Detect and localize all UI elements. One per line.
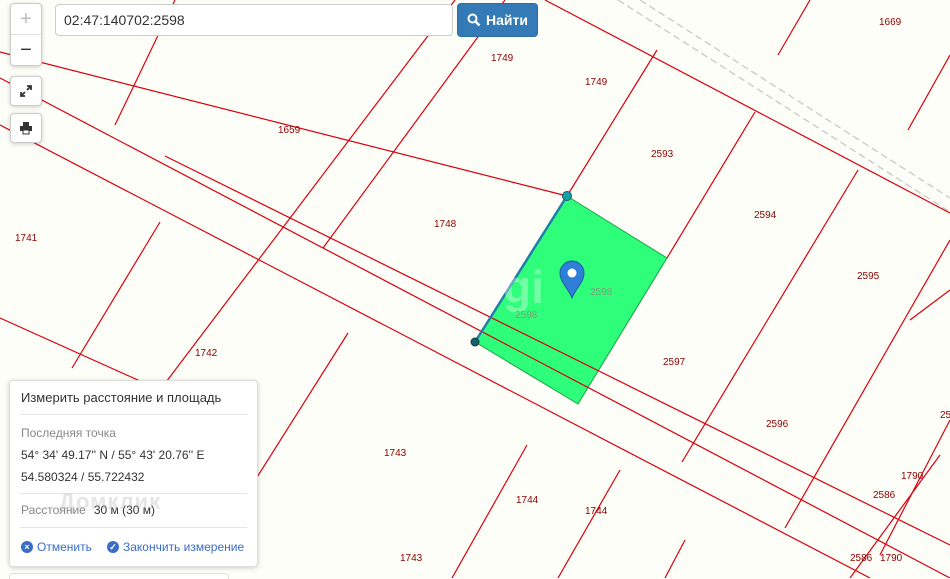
cadastral-search-input[interactable] <box>55 4 453 36</box>
parcel-label: 1749 <box>491 53 514 64</box>
parcel-label: 1790 <box>901 471 924 482</box>
zoom-control: + − <box>10 3 42 66</box>
parcel-label: 1743 <box>400 553 423 564</box>
parcel-label: 2586 <box>850 553 873 564</box>
parcel-label: 2596 <box>766 419 789 430</box>
parcel-label: 2598 <box>515 310 538 321</box>
zoom-in-button[interactable]: + <box>11 4 41 35</box>
parcel-label: 1744 <box>516 495 539 506</box>
parcel-label: 1744 <box>585 506 608 517</box>
cancel-measure-label: Отменить <box>37 540 92 554</box>
measure-panel: Измерить расстояние и площадь Последняя … <box>9 380 258 567</box>
parcel-label: 2595 <box>857 271 880 282</box>
parcel-label: 1659 <box>278 125 301 136</box>
map-watermark: gi <box>503 261 544 313</box>
last-point-decimal: 54.580324 / 55.722432 <box>21 470 145 484</box>
divider <box>20 527 247 528</box>
measure-vertex-start[interactable] <box>470 337 480 347</box>
parcel-label: 1790 <box>880 553 903 564</box>
check-icon: ✓ <box>107 541 119 553</box>
expand-icon <box>20 85 32 97</box>
parcel-label: 2586 <box>873 490 896 501</box>
finish-measure-button[interactable]: ✓ Закончить измерение <box>107 540 244 554</box>
parcel-label: 1749 <box>585 77 608 88</box>
parcel-label: 2598 <box>590 287 613 298</box>
search-button-label: Найти <box>486 12 528 28</box>
cancel-icon: × <box>21 541 33 553</box>
search-button[interactable]: Найти <box>457 3 538 37</box>
zoom-out-button[interactable]: − <box>11 35 41 65</box>
cancel-measure-button[interactable]: × Отменить <box>21 540 92 554</box>
parcel-label: 2594 <box>754 210 777 221</box>
divider <box>20 414 247 415</box>
panel-watermark: Домклик <box>59 489 162 514</box>
last-point-dms: 54° 34' 49.17'' N / 55° 43' 20.76'' E <box>21 448 205 462</box>
parcel-label: 1743 <box>384 448 407 459</box>
print-button[interactable] <box>10 113 42 143</box>
measure-panel-title: Измерить расстояние и площадь <box>21 390 222 405</box>
last-point-label: Последняя точка <box>21 426 116 440</box>
measure-vertex-end[interactable] <box>562 191 572 201</box>
parcel-label: 1669 <box>879 17 902 28</box>
finish-measure-label: Закончить измерение <box>123 540 245 554</box>
parcel-label: 2593 <box>651 149 674 160</box>
fullscreen-button[interactable] <box>10 76 42 106</box>
parcel-label: 25 <box>940 410 950 421</box>
printer-icon <box>20 122 32 135</box>
parcel-label: 1748 <box>434 219 457 230</box>
parcel-label: 1741 <box>15 233 38 244</box>
bottom-panel-edge <box>9 573 229 579</box>
search-icon <box>467 13 481 27</box>
parcel-label: 2597 <box>663 357 686 368</box>
parcel-label: 1742 <box>195 348 218 359</box>
